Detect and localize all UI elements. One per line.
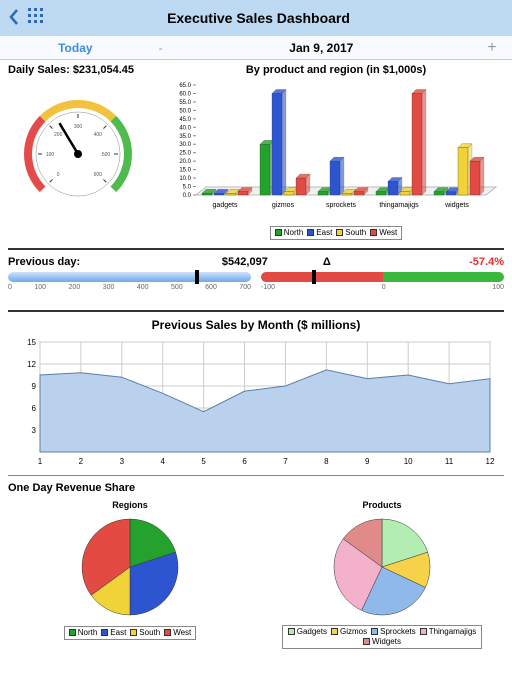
svg-text:sprockets: sprockets — [326, 202, 356, 209]
svg-text:0: 0 — [57, 172, 60, 178]
svg-text:8: 8 — [324, 457, 329, 466]
prev-day-ticks: 0100200300400500600700 — [8, 284, 251, 291]
prev-day-value: $542,097 — [150, 256, 268, 268]
date-bar: Today - Jan 9, 2017 + — [0, 36, 512, 60]
svg-text:6: 6 — [32, 404, 37, 413]
back-icon[interactable] — [8, 9, 20, 28]
svg-text:gizmos: gizmos — [272, 202, 295, 209]
date-minus-button[interactable]: - — [151, 41, 171, 55]
svg-text:11: 11 — [445, 457, 454, 466]
svg-text:55.0: 55.0 — [179, 100, 191, 106]
svg-text:200: 200 — [54, 132, 63, 138]
svg-text:2: 2 — [79, 457, 84, 466]
svg-text:15.0: 15.0 — [179, 168, 191, 174]
regions-pie — [70, 512, 190, 622]
share-title: One Day Revenue Share — [0, 480, 512, 496]
svg-text:4: 4 — [161, 457, 166, 466]
products-pie-title: Products — [260, 500, 504, 510]
page-title: Executive Sales Dashboard — [43, 10, 474, 26]
svg-text:7: 7 — [283, 457, 288, 466]
prev-day-slider: 0100200300400500600700 — [8, 272, 251, 304]
month-chart: 3691215123456789101112 — [12, 336, 500, 471]
svg-text:thingamajigs: thingamajigs — [379, 202, 419, 209]
svg-text:5: 5 — [201, 457, 206, 466]
by-product-chart: 0.0 5.0 10.0 15.0 20.0 25.0 30.0 35.0 40.0 45.0 50… — [168, 80, 504, 240]
svg-text:50.0: 50.0 — [179, 108, 191, 114]
svg-text:10: 10 — [404, 457, 413, 466]
svg-text:9: 9 — [32, 382, 37, 391]
date-plus-button[interactable]: + — [472, 39, 512, 57]
svg-text:3: 3 — [120, 457, 125, 466]
apps-grid-icon[interactable] — [28, 8, 43, 28]
month-title: Previous Sales by Month ($ millions) — [0, 318, 512, 332]
svg-text:gadgets: gadgets — [213, 202, 238, 209]
svg-text:20.0: 20.0 — [179, 159, 191, 165]
daily-sales-label: Daily Sales: $231,054.45 — [8, 64, 168, 76]
regions-legend: NorthEastSouthWest — [64, 626, 197, 640]
app-header: Executive Sales Dashboard — [0, 0, 512, 36]
svg-text:1: 1 — [38, 457, 43, 466]
by-product-label: By product and region (in $1,000s) — [168, 64, 504, 76]
svg-text:12: 12 — [486, 457, 495, 466]
svg-text:3: 3 — [32, 426, 37, 435]
delta-slider: -1000100 — [261, 272, 504, 304]
svg-text:35.0: 35.0 — [179, 134, 191, 140]
svg-text:widgets: widgets — [444, 202, 469, 209]
svg-text:500: 500 — [102, 152, 111, 158]
delta-ticks: -1000100 — [261, 284, 504, 291]
current-date: Jan 9, 2017 — [171, 41, 472, 55]
svg-text:10.0: 10.0 — [179, 176, 191, 182]
svg-text:100: 100 — [46, 152, 55, 158]
today-button[interactable]: Today — [0, 41, 151, 55]
svg-text:400: 400 — [94, 132, 103, 138]
svg-text:60.0: 60.0 — [179, 91, 191, 97]
svg-text:15: 15 — [27, 338, 36, 347]
products-legend: GadgetsGizmosSprocketsThingamajigsWidget… — [282, 625, 482, 649]
svg-text:40.0: 40.0 — [179, 125, 191, 131]
regions-pie-title: Regions — [8, 500, 252, 510]
svg-text:300: 300 — [74, 124, 83, 130]
daily-sales-gauge: 0 100 200 300 400 500 600 — [8, 84, 168, 217]
svg-text:45.0: 45.0 — [179, 117, 191, 123]
svg-text:5.0: 5.0 — [183, 185, 192, 191]
bar-legend: NorthEastSouthWest — [270, 226, 403, 240]
svg-text:0.0: 0.0 — [183, 193, 192, 199]
svg-text:600: 600 — [94, 172, 103, 178]
products-pie — [322, 512, 442, 622]
svg-text:9: 9 — [365, 457, 370, 466]
delta-label: Δ — [268, 256, 386, 268]
svg-text:30.0: 30.0 — [179, 142, 191, 148]
svg-text:12: 12 — [27, 360, 36, 369]
prev-day-label: Previous day: — [8, 256, 150, 268]
svg-text:65.0: 65.0 — [179, 83, 191, 89]
delta-value: -57.4% — [386, 256, 504, 268]
svg-text:25.0: 25.0 — [179, 151, 191, 157]
svg-text:6: 6 — [242, 457, 247, 466]
